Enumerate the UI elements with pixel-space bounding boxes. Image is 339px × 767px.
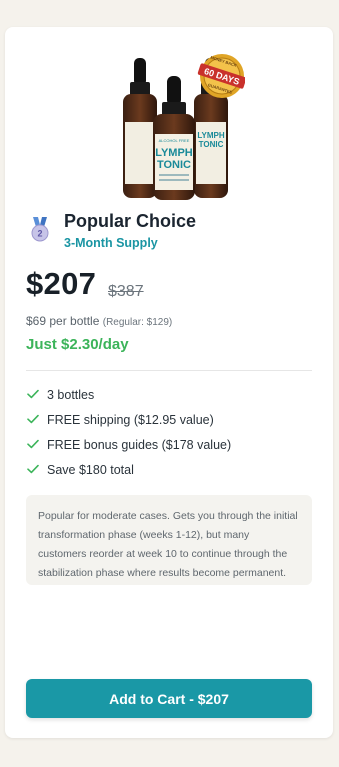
original-price: $387: [108, 283, 144, 300]
current-price: $207: [26, 266, 97, 301]
price-row: $207 $387: [26, 266, 316, 306]
per-day-price: Just $2.30/day: [26, 336, 129, 353]
medal-icon: 2: [31, 217, 49, 242]
product-image: LYMPH TONIC ALCOHOL FREE LYMPH TONIC 60 …: [123, 54, 245, 200]
plan-description: Popular for moderate cases. Gets you thr…: [26, 495, 312, 585]
pricing-card: LYMPH TONIC ALCOHOL FREE LYMPH TONIC 60 …: [5, 27, 333, 738]
feature-item: FREE shipping ($12.95 value): [26, 412, 316, 437]
svg-text:LYMPH: LYMPH: [197, 131, 224, 140]
feature-item: FREE bonus guides ($178 value): [26, 437, 316, 462]
feature-text: 3 bottles: [47, 388, 95, 402]
feature-text: Save $180 total: [47, 463, 134, 477]
feature-item: Save $180 total: [26, 462, 316, 487]
bottle-center: ALCOHOL FREE LYMPH TONIC: [153, 76, 195, 200]
per-bottle-text: $69 per bottle: [26, 314, 100, 328]
regular-price-text: (Regular: $129): [102, 317, 173, 328]
svg-text:TONIC: TONIC: [199, 140, 224, 149]
svg-text:LYMPH: LYMPH: [155, 147, 193, 159]
feature-text: FREE bonus guides ($178 value): [47, 438, 232, 452]
plan-supply: 3-Month Supply: [64, 236, 158, 250]
svg-text:TONIC: TONIC: [157, 159, 191, 171]
add-to-cart-button[interactable]: Add to Cart - $207: [26, 679, 312, 718]
svg-text:2: 2: [37, 229, 42, 239]
check-icon: [27, 464, 39, 474]
feature-list: 3 bottles FREE shipping ($12.95 value) F…: [26, 387, 316, 487]
plan-header: 2 Popular Choice 3-Month Supply: [25, 208, 315, 252]
check-icon: [27, 389, 39, 399]
check-icon: [27, 439, 39, 449]
check-icon: [27, 414, 39, 424]
svg-text:ALCOHOL FREE: ALCOHOL FREE: [159, 138, 190, 143]
feature-item: 3 bottles: [26, 387, 316, 412]
bottle-left: [123, 58, 157, 198]
per-bottle-price: $69 per bottle (Regular: $129): [26, 314, 172, 328]
feature-text: FREE shipping ($12.95 value): [47, 413, 214, 427]
divider: [26, 370, 312, 371]
plan-title: Popular Choice: [64, 211, 197, 231]
